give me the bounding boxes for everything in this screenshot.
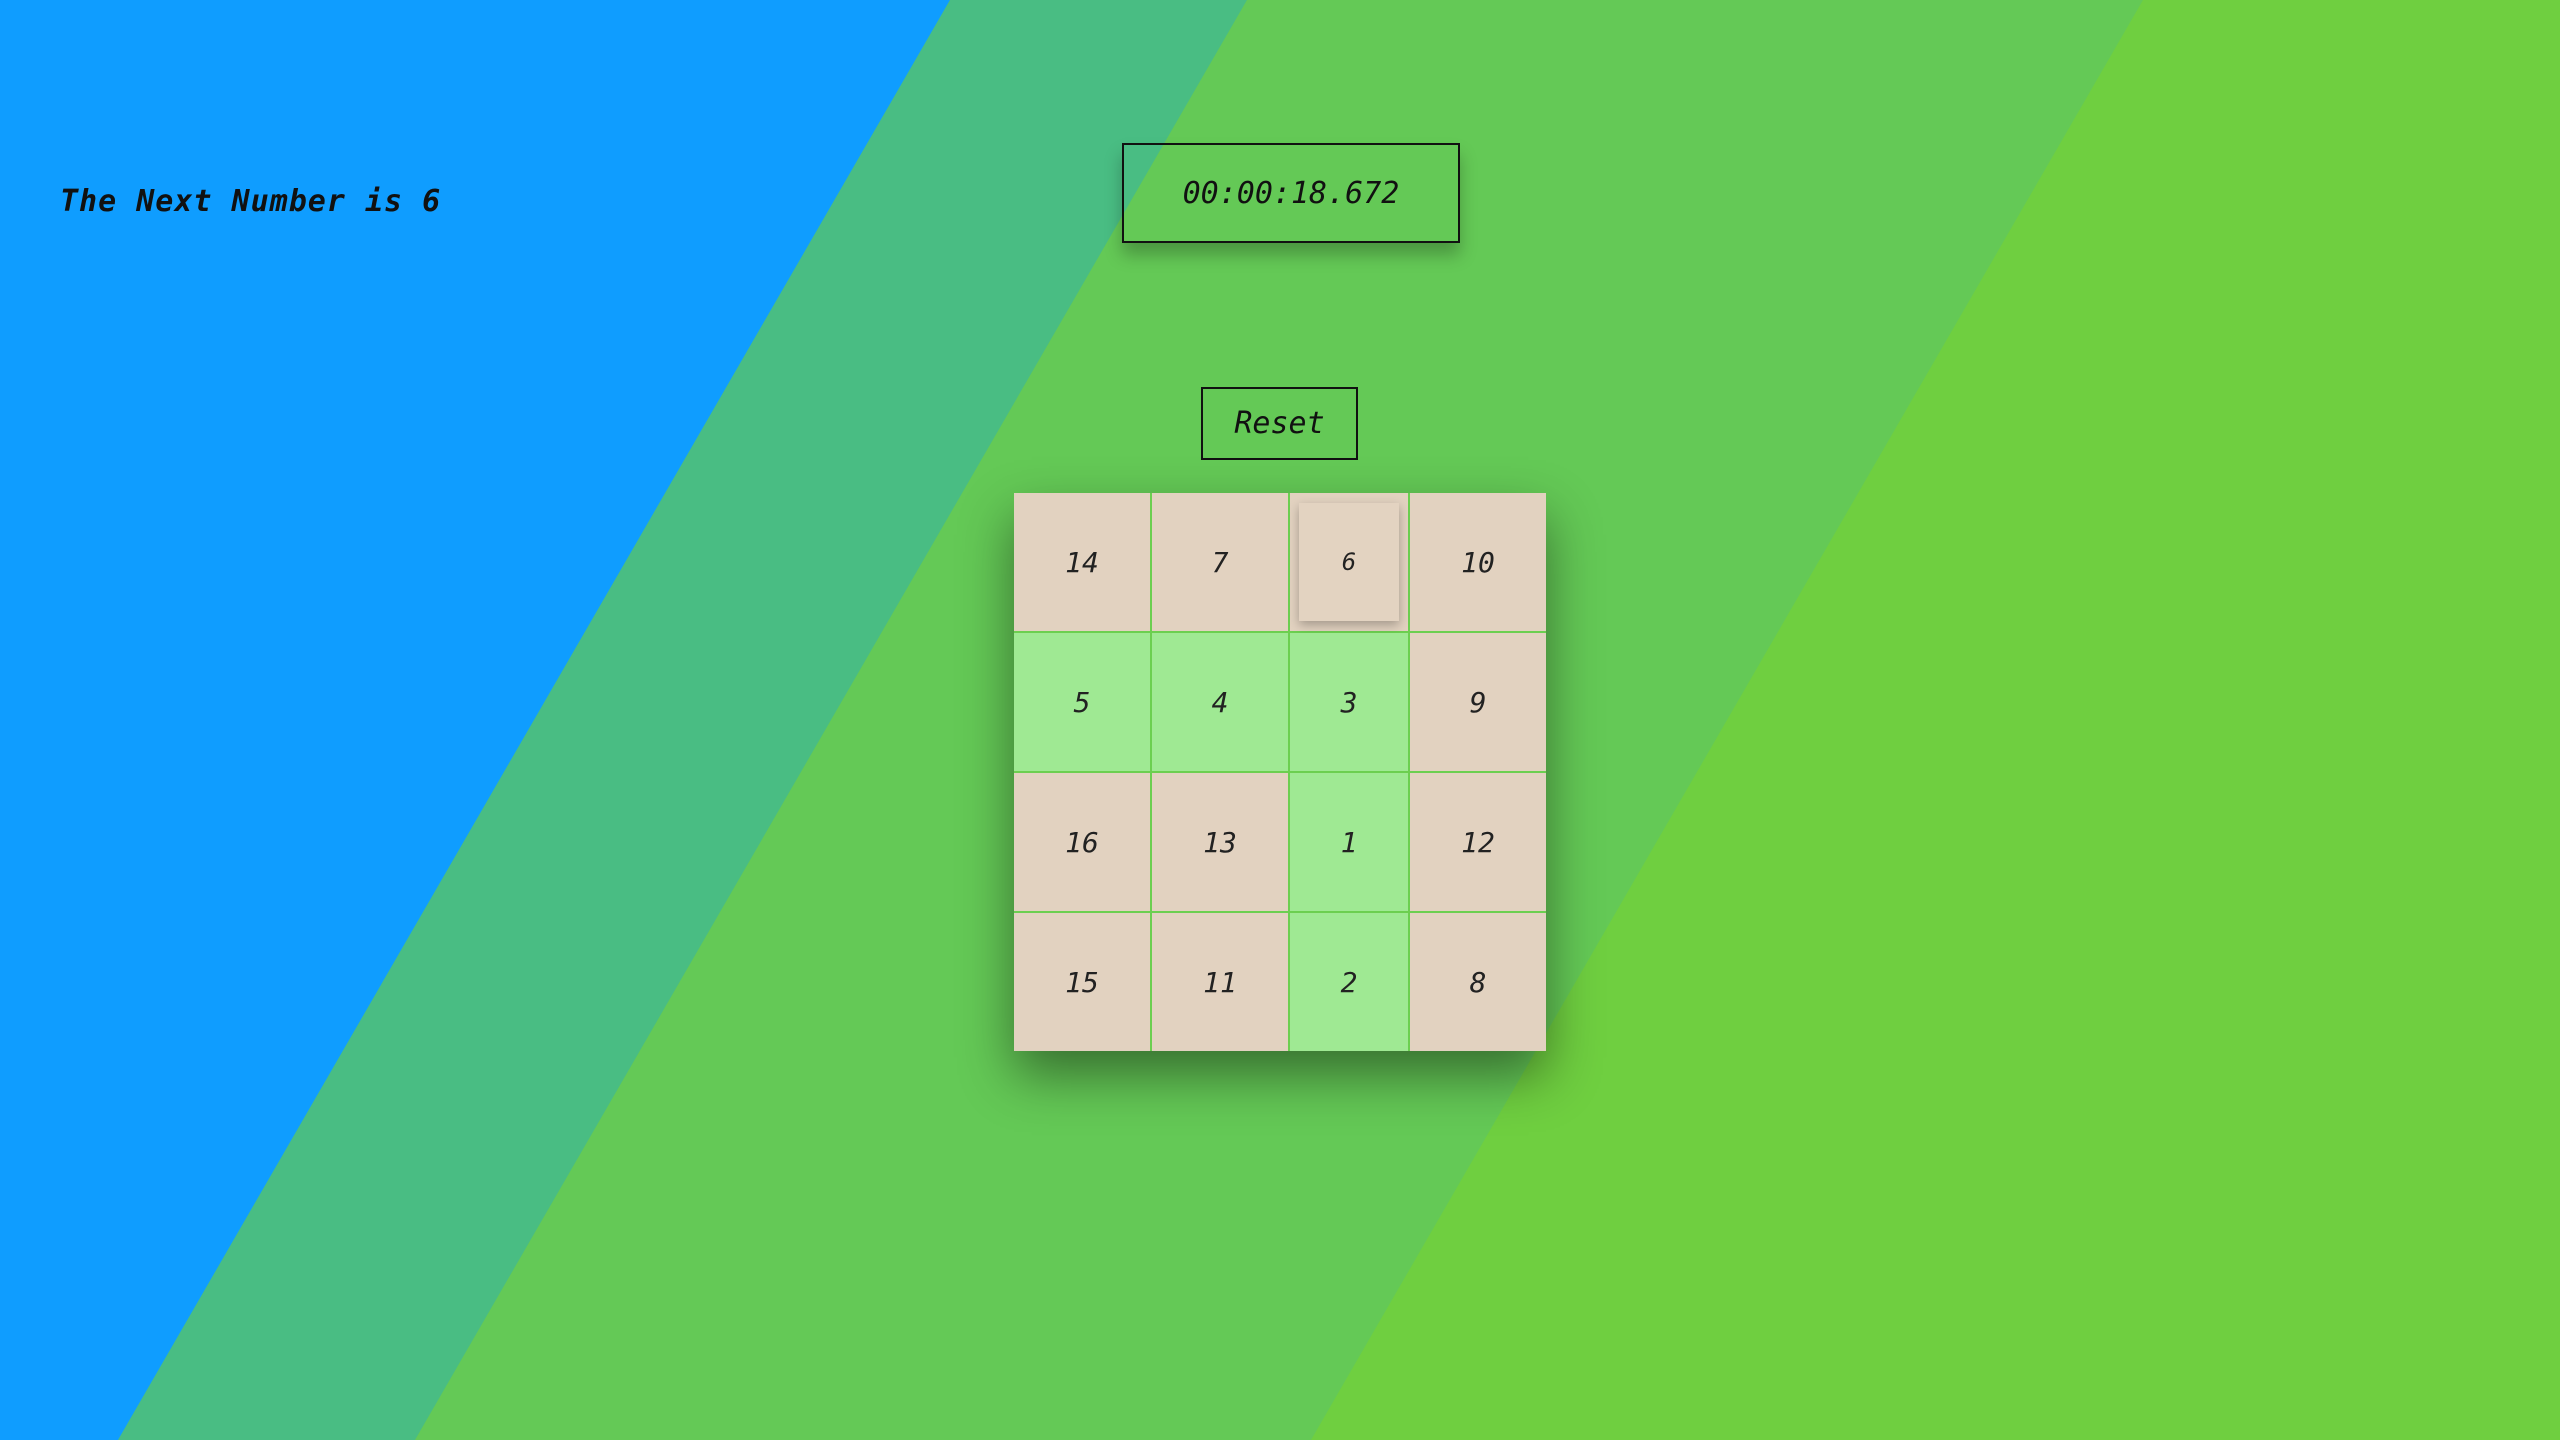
tile-number: 14 (1065, 545, 1099, 579)
grid-tile[interactable]: 11 (1152, 913, 1290, 1051)
tile-number: 10 (1461, 545, 1495, 579)
timer-value: 00:00:18.672 (1182, 175, 1400, 211)
tile-number: 15 (1065, 965, 1099, 999)
grid-tile[interactable]: 10 (1410, 493, 1546, 633)
tile-number: 11 (1203, 965, 1237, 999)
grid-tile[interactable]: 4 (1152, 633, 1290, 773)
tile-number: 5 (1073, 685, 1091, 719)
grid-tile[interactable]: 6 (1290, 493, 1410, 633)
tile-number: 1 (1340, 825, 1358, 859)
reset-button[interactable]: Reset (1201, 387, 1358, 460)
grid-tile[interactable]: 14 (1014, 493, 1152, 633)
tile-number: 3 (1340, 685, 1358, 719)
number-grid: 14 7 6 10 5 4 3 9 16 13 1 12 15 11 2 8 (1014, 493, 1546, 1051)
grid-tile[interactable]: 9 (1410, 633, 1546, 773)
tile-number: 7 (1211, 545, 1229, 579)
tile-number: 6 (1341, 548, 1357, 576)
grid-tile[interactable]: 12 (1410, 773, 1546, 913)
grid-tile[interactable]: 13 (1152, 773, 1290, 913)
tile-number: 8 (1469, 965, 1487, 999)
grid-tile[interactable]: 5 (1014, 633, 1152, 773)
grid-tile[interactable]: 2 (1290, 913, 1410, 1051)
grid-tile[interactable]: 8 (1410, 913, 1546, 1051)
tile-number: 16 (1065, 825, 1099, 859)
tile-number: 4 (1211, 685, 1229, 719)
grid-tile[interactable]: 1 (1290, 773, 1410, 913)
next-number-label: The Next Number is 6 (60, 184, 442, 219)
grid-tile[interactable]: 15 (1014, 913, 1152, 1051)
grid-tile[interactable]: 3 (1290, 633, 1410, 773)
tile-number: 2 (1340, 965, 1358, 999)
timer-display: 00:00:18.672 (1122, 143, 1460, 243)
tile-number: 12 (1461, 825, 1495, 859)
tile-number: 13 (1203, 825, 1237, 859)
highlighted-tile: 6 (1299, 503, 1399, 621)
tile-number: 9 (1469, 685, 1487, 719)
grid-tile[interactable]: 7 (1152, 493, 1290, 633)
grid-tile[interactable]: 16 (1014, 773, 1152, 913)
